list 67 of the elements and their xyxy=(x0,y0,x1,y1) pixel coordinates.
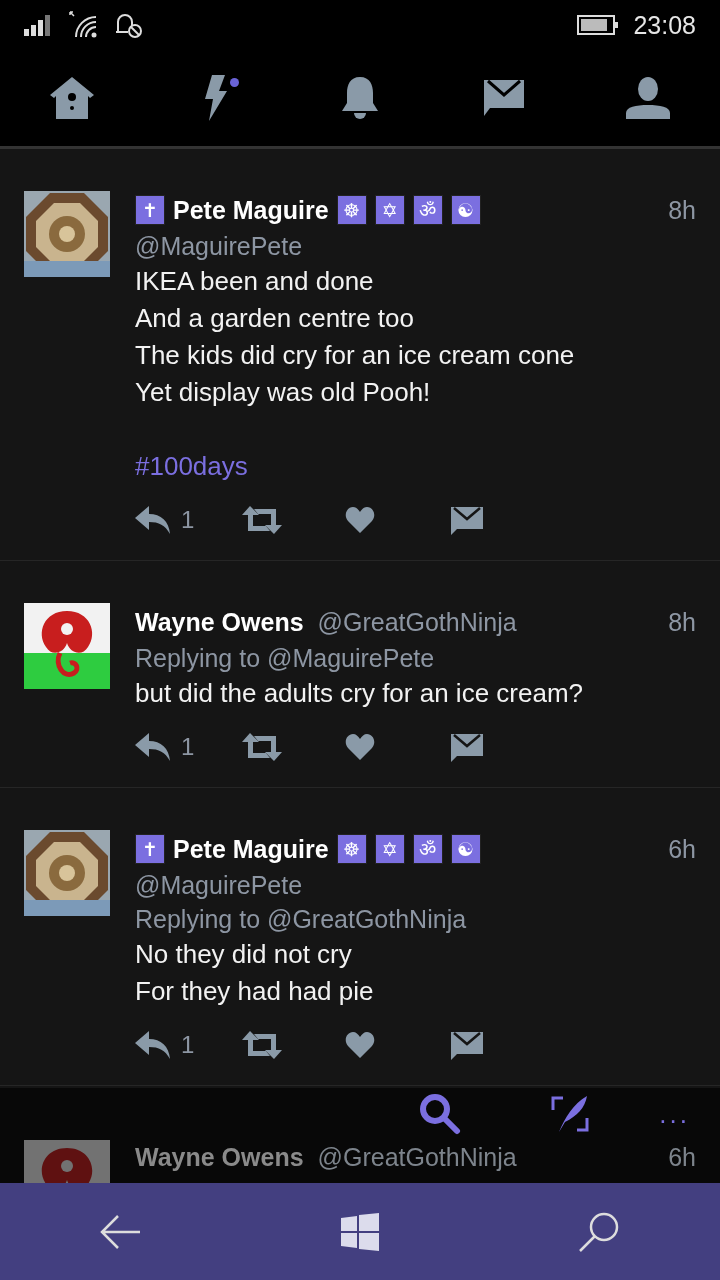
tweet-text: Yet display was old Pooh! xyxy=(135,376,432,409)
tweet-time: 8h xyxy=(668,607,696,637)
retweet-icon xyxy=(240,1031,284,1059)
tweet-time: 6h xyxy=(668,834,696,864)
user-name: Pete Maguire xyxy=(173,834,329,864)
search-icon[interactable] xyxy=(578,1210,621,1253)
replying-to: Replying to @GreatGothNinja xyxy=(135,904,468,935)
heart-icon xyxy=(345,1031,375,1059)
mail-icon xyxy=(482,78,526,118)
user-handle: @MaguirePete xyxy=(135,870,304,901)
compose-button[interactable] xyxy=(551,1094,590,1134)
emoji-badge: ✡ xyxy=(374,195,405,225)
emoji-badge: ॐ xyxy=(412,834,443,864)
reply-icon xyxy=(135,506,171,534)
user-handle: @MaguirePete xyxy=(135,231,304,262)
reply-icon xyxy=(135,733,171,761)
quiet-hours-icon xyxy=(114,12,144,38)
lightning-icon xyxy=(203,75,229,121)
emoji-badge: ☸ xyxy=(336,195,367,225)
tweet-text: And a garden centre too xyxy=(135,302,415,335)
reply-icon xyxy=(135,1031,171,1059)
emoji-badge: ☯ xyxy=(450,195,481,225)
emoji-badge: ✝ xyxy=(135,195,165,225)
reply-button[interactable]: 1 xyxy=(135,506,240,534)
user-handle: @GreatGothNinja xyxy=(317,607,517,637)
windows-logo-icon[interactable] xyxy=(341,1212,379,1251)
user-name: Pete Maguire xyxy=(173,195,329,225)
more-button[interactable]: ... xyxy=(659,1098,690,1130)
quill-icon xyxy=(551,1094,590,1134)
mail-icon xyxy=(450,505,484,535)
replying-to: Replying to @MaguirePete xyxy=(135,643,436,674)
clock-time: 23:08 xyxy=(633,10,696,40)
retweet-icon xyxy=(240,506,284,534)
hashtag-link[interactable]: #100days xyxy=(135,448,696,485)
battery-icon xyxy=(577,14,620,36)
retweet-icon xyxy=(240,733,284,761)
emoji-badge: ☸ xyxy=(336,834,367,864)
tweet-text: The kids did cry for an ice cream cone xyxy=(135,339,576,372)
tweet-text: For they had had pie xyxy=(135,975,375,1008)
back-arrow-icon[interactable] xyxy=(99,1213,142,1250)
reply-button[interactable]: 1 xyxy=(135,733,240,761)
bell-icon xyxy=(340,75,380,121)
user-name: Wayne Owens xyxy=(135,607,304,637)
user-handle: @GreatGothNinja xyxy=(317,1142,517,1172)
emoji-badge: ✡ xyxy=(374,834,405,864)
user-name: Wayne Owens xyxy=(135,1142,304,1172)
tweet-time: 8h xyxy=(668,195,696,225)
tweet-text: but did the adults cry for an ice cream? xyxy=(135,677,584,710)
emoji-badge: ॐ xyxy=(412,195,443,225)
tweet[interactable]: Wayne Owens @GreatGothNinja 8h Replying to @MaguirePete but did the adults cry for an ice cream? 1 xyxy=(0,561,720,788)
mail-icon xyxy=(450,1030,484,1060)
tweet-text: IKEA been and done xyxy=(135,265,375,298)
emoji-badge: ☯ xyxy=(450,834,481,864)
tweet-time: 6h xyxy=(668,1142,696,1172)
heart-icon xyxy=(345,506,375,534)
reply-button[interactable]: 1 xyxy=(135,1031,240,1059)
heart-icon xyxy=(345,733,375,761)
unread-dot xyxy=(230,78,239,87)
tweet-text: No they did not cry xyxy=(135,938,353,971)
emoji-badge: ✝ xyxy=(135,834,165,864)
person-icon xyxy=(624,77,672,119)
birdhouse-icon xyxy=(48,75,96,121)
search-button[interactable] xyxy=(419,1093,462,1135)
tweet[interactable]: ✝ Pete Maguire ☸ ✡ ॐ ☯ 8h @MaguirePete IKEA been and done And a garden centre too The kids did cry for an ice cream cone Yet display was old Pooh! #100days 1 xyxy=(0,149,720,561)
search-icon xyxy=(419,1093,462,1135)
tweet[interactable]: ✝ Pete Maguire ☸ ✡ ॐ ☯ 6h @MaguirePete Replying to @GreatGothNinja No they did not cry For they had had pie 1 xyxy=(0,788,720,1086)
mail-icon xyxy=(450,732,484,762)
